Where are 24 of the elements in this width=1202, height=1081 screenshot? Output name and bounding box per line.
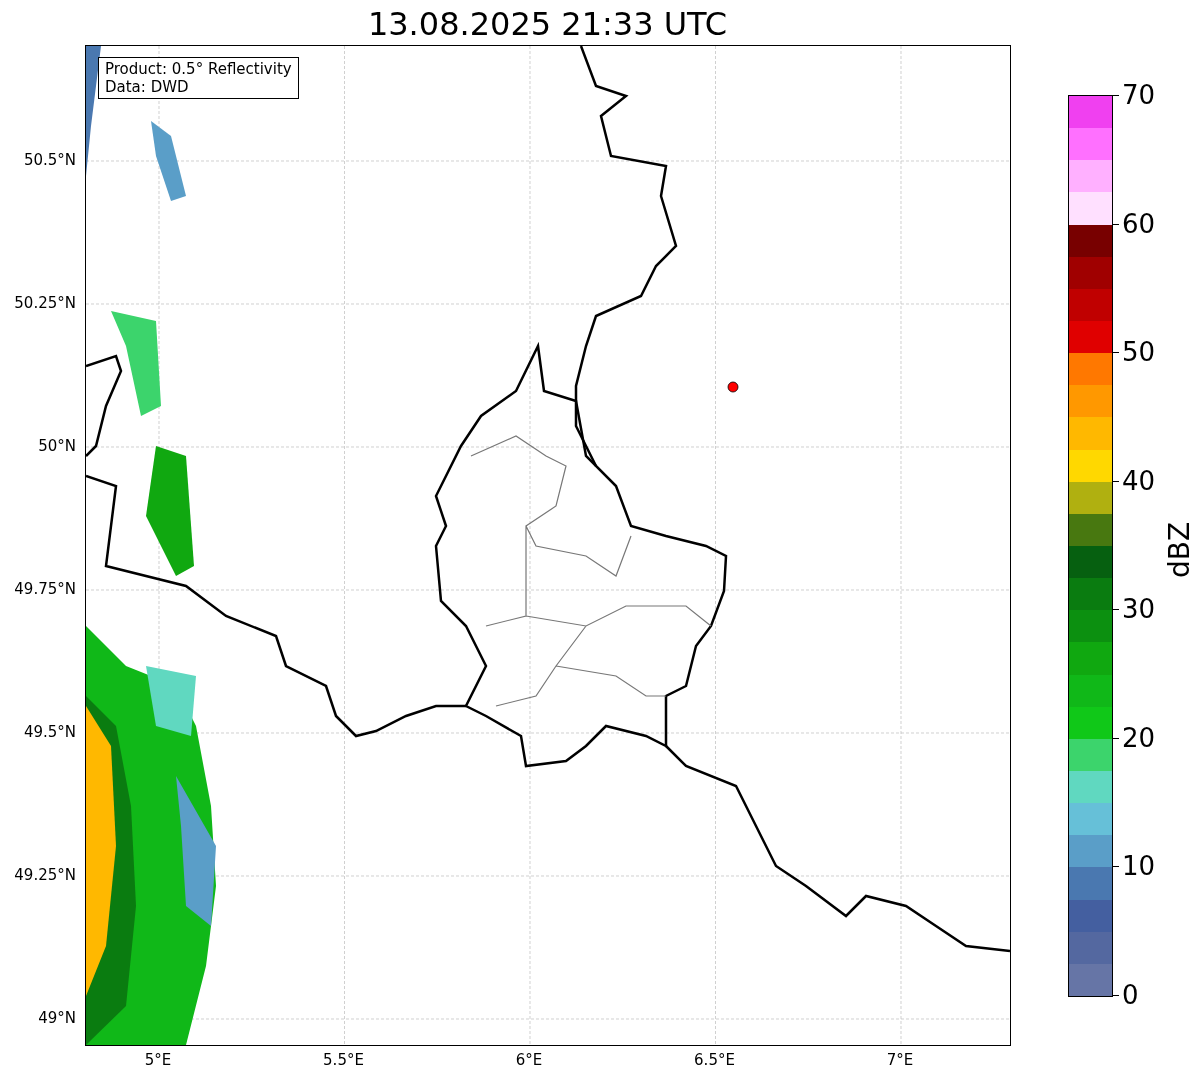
info-text: Data: DWD [105,78,190,96]
info-text: Product: 0.5° Reflectivity [105,60,292,78]
axis-tick-label: 7°E [886,1051,914,1069]
colorbar-tick-label: 50 [1122,337,1156,368]
axis-tick-label: 6°E [515,1051,543,1069]
axis-tick-label: 50°N [38,437,76,455]
axis-tick-label: 50.5°N [23,151,76,169]
colorbar-tick-label: 60 [1122,208,1156,239]
axis-tick-label: 5.5°E [323,1051,364,1069]
colorbar-tick-label: 70 [1122,80,1156,110]
colorbar-tick-label: 30 [1122,594,1156,625]
axis-tick-label: 49°N [38,1009,76,1027]
axis-tick-label: 6.5°E [694,1051,735,1069]
axis-tick-label: 49.5°N [23,723,76,741]
colorbar-tick-label: 10 [1122,851,1156,882]
colorbar-tick-label: 20 [1122,722,1156,753]
axis-tick-label: 49.25°N [14,866,76,884]
axis-tick-label: 49.75°N [14,580,76,598]
colorbar-tick-label: 40 [1122,465,1156,496]
axis-tick-label: 5°E [144,1051,172,1069]
axis-tick-label: 50.25°N [14,294,76,312]
colorbar-label: dBZ [1162,521,1197,579]
chart-title: 13.08.2025 21:33 UTC [367,4,728,45]
colorbar-tick-label: 0 [1122,980,1139,1010]
